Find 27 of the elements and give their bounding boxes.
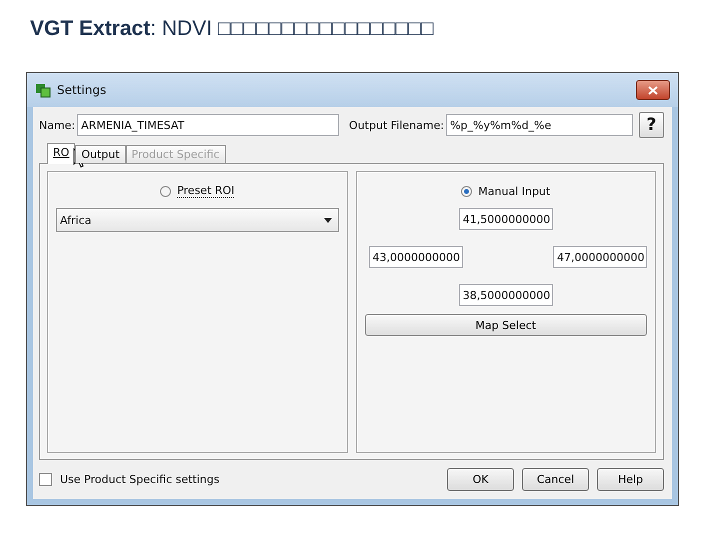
- north-field[interactable]: 41,5000000000: [458, 208, 553, 230]
- east-field[interactable]: 47,0000000000: [553, 246, 647, 268]
- radio-label: Manual Input: [478, 184, 550, 198]
- radio-button[interactable]: [461, 186, 472, 196]
- window-title: Settings: [57, 83, 108, 97]
- close-button[interactable]: [636, 80, 670, 100]
- help-button[interactable]: ?: [638, 112, 664, 138]
- checkbox-label: Use Product Specific settings: [60, 473, 220, 486]
- caret-icon: [324, 218, 332, 222]
- app-icon: [35, 82, 51, 98]
- map-select-button[interactable]: Map Select: [364, 314, 647, 336]
- close-icon: [648, 86, 658, 94]
- name-field[interactable]: ARMENIA_TIMESAT: [77, 114, 340, 136]
- slide-title: VGT Extract: NDVI □□□□□□□□□□□□□□□□□: [29, 16, 435, 42]
- dialog-button[interactable]: Help: [597, 468, 664, 491]
- radio-button[interactable]: [160, 186, 172, 196]
- west-field[interactable]: 43,0000000000: [368, 246, 462, 268]
- dialog-button[interactable]: Cancel: [522, 468, 589, 491]
- field-label: Name:: [39, 118, 76, 132]
- region-dropdown[interactable]: Africa: [56, 208, 338, 232]
- checkbox[interactable]: [39, 473, 52, 486]
- dialog-button[interactable]: OK: [447, 468, 514, 491]
- radio-label: Preset ROI: [177, 184, 234, 198]
- tab[interactable]: Output: [75, 145, 126, 163]
- field-label: Output Filename:: [349, 118, 444, 132]
- output-filename-field[interactable]: %p_%y%m%d_%e: [446, 114, 633, 136]
- south-field[interactable]: 38,5000000000: [458, 284, 553, 306]
